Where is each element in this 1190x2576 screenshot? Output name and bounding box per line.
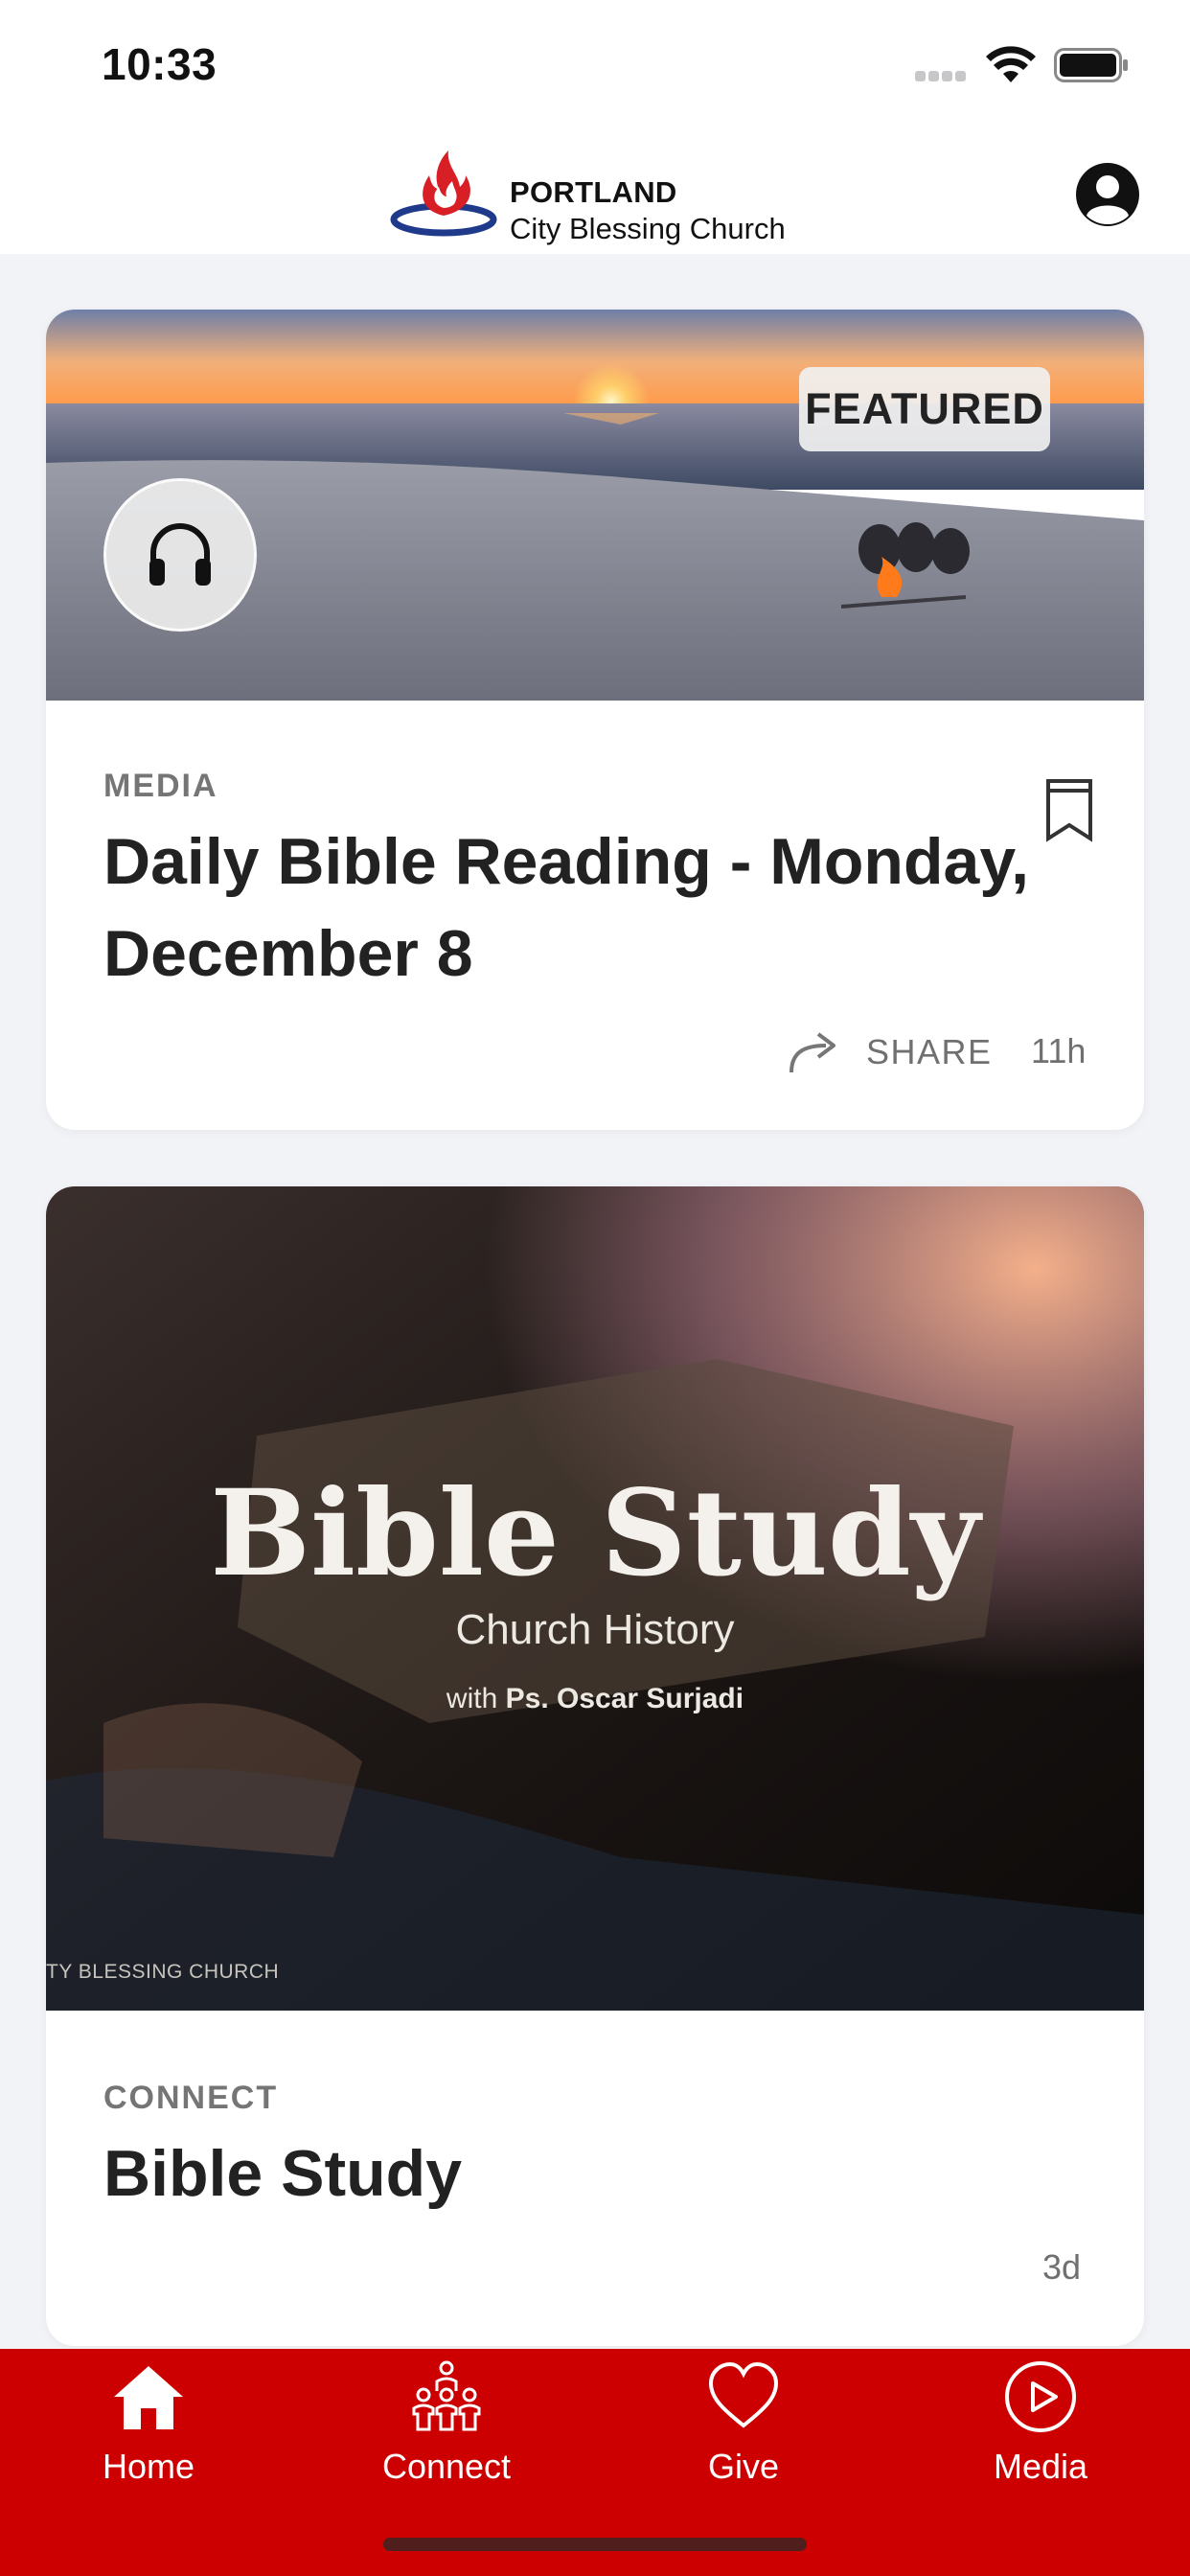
card-category: MEDIA (103, 768, 218, 804)
flame-logo-icon (390, 150, 497, 237)
feed-card-featured[interactable]: FEATURED MEDIA Daily Bible Reading - Mon… (46, 310, 1144, 1130)
cellular-signal-icon (915, 69, 971, 81)
wifi-icon (986, 46, 1036, 82)
share-label: SHARE (866, 1032, 993, 1071)
poster-with-prefix: with (446, 1683, 498, 1714)
tab-label-connect: Connect (381, 2447, 512, 2486)
status-bar: 10:33 (0, 0, 1190, 129)
audio-play-button[interactable] (103, 478, 257, 632)
poster-speaker: with Ps. Oscar Surjadi (46, 1683, 1144, 1715)
church-logo[interactable]: PORTLAND City Blessing Church (389, 147, 811, 245)
people-icon (412, 2360, 481, 2431)
tab-give[interactable]: Give (629, 2358, 858, 2502)
tab-label-home: Home (102, 2447, 195, 2486)
heart-icon (708, 2361, 779, 2428)
person-circle-icon[interactable] (1073, 160, 1142, 229)
app-screen: 10:33 PORTLAND City Blessing Church FEAT… (0, 0, 1190, 2576)
feed-card-bible-study[interactable]: Bible Study Church History with Ps. Osca… (46, 1186, 1144, 2346)
tab-media[interactable]: Media (926, 2358, 1156, 2502)
bottom-tab-bar: Home Connect Give Media (0, 2349, 1190, 2576)
battery-icon (1054, 48, 1128, 82)
tab-home[interactable]: Home (34, 2358, 263, 2502)
post-timestamp: 3d (1042, 2247, 1082, 2287)
poster-watermark: TY BLESSING CHURCH (46, 1961, 280, 1983)
featured-badge: FEATURED (799, 367, 1050, 451)
card-category: CONNECT (103, 2080, 279, 2116)
logo-subtitle: City Blessing Church (510, 212, 786, 245)
card-title[interactable]: Daily Bible Reading - Monday, December 8 (103, 816, 1119, 1000)
play-circle-icon (1005, 2361, 1076, 2432)
logo-title: PORTLAND (510, 175, 677, 209)
poster-subtitle: Church History (455, 1606, 735, 1653)
status-time: 10:33 (102, 39, 217, 89)
home-indicator[interactable] (383, 2538, 807, 2551)
tab-label-media: Media (993, 2447, 1088, 2486)
share-button[interactable]: SHARE (788, 1024, 993, 1081)
tab-connect[interactable]: Connect (332, 2358, 561, 2502)
poster-title: Bible Study (210, 1464, 980, 1603)
tab-label-give: Give (707, 2447, 780, 2486)
poster-speaker-name: Ps. Oscar Surjadi (505, 1683, 744, 1714)
headphones-icon (149, 523, 211, 586)
app-header: PORTLAND City Blessing Church (0, 129, 1190, 254)
post-timestamp: 11h (1031, 1031, 1087, 1070)
card-title[interactable]: Bible Study (103, 2128, 1119, 2220)
share-arrow-icon (790, 1032, 835, 1073)
home-icon (114, 2366, 183, 2429)
